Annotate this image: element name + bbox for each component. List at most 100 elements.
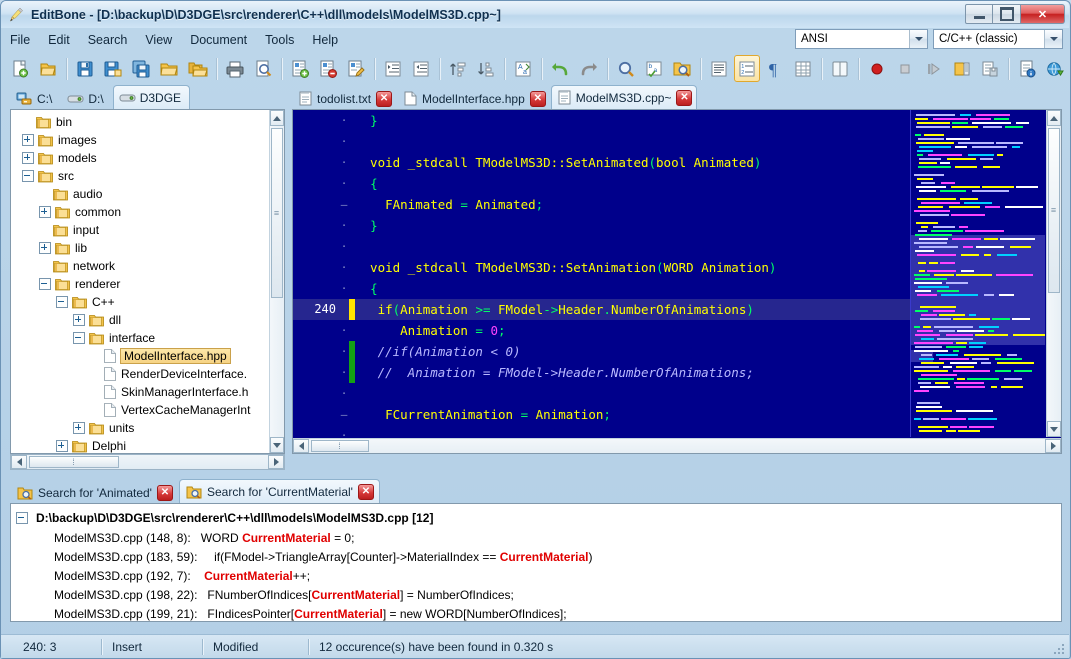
tree-node-bin[interactable]: bin [15,113,268,131]
dir-tab-d[interactable]: D:\ [61,87,112,110]
expand-icon[interactable] [22,152,34,164]
scroll-up-button[interactable] [1047,110,1061,126]
tree-node-modelinterface-hpp[interactable]: ModelInterface.hpp [15,347,268,365]
edit-document-icon[interactable] [343,55,369,82]
code-line[interactable]: · } [293,215,913,236]
file-tree-panel[interactable]: bin images models src audio common input lib net… [10,109,285,454]
sort-ascending-icon[interactable] [445,55,471,82]
code-line[interactable]: · { [293,173,913,194]
stop-macro-icon[interactable] [892,55,918,82]
print-icon[interactable] [222,55,248,82]
close-icon[interactable]: ✕ [529,90,546,107]
chevron-down-icon[interactable] [909,30,927,48]
close-icon[interactable]: ✕ [156,484,173,501]
h-scroll-thumb[interactable]: ⁞ [311,440,369,452]
expand-icon[interactable] [73,422,85,434]
save-all-icon[interactable] [128,55,154,82]
scroll-thumb[interactable]: ≡ [271,128,283,298]
tree-vertical-scrollbar[interactable]: ≡ [269,110,284,453]
scroll-down-button[interactable] [1047,421,1061,437]
scroll-thumb[interactable]: ≡ [1048,128,1060,293]
scroll-right-button[interactable] [268,455,284,469]
menu-edit[interactable]: Edit [39,29,79,51]
code-line[interactable]: · Animation = 0; [293,320,913,341]
search-result-row[interactable]: ModelMS3D.cpp (198, 22): FNumberOfIndice… [16,585,1061,604]
tree-node-units[interactable]: units [15,419,268,437]
scroll-up-button[interactable] [270,110,284,126]
open-folders-icon[interactable] [185,55,211,82]
menu-view[interactable]: View [136,29,181,51]
tree-node-dll[interactable]: dll [15,311,268,329]
code-line[interactable]: – FAnimated = Animated; [293,194,913,215]
line-numbers-icon[interactable]: 12 [733,55,760,82]
tree-node-delphi[interactable]: Delphi [15,437,268,453]
menu-file[interactable]: File [1,29,39,51]
tree-node-models[interactable]: models [15,149,268,167]
chevron-down-icon[interactable] [1044,30,1062,48]
code-line[interactable]: · [293,425,913,437]
code-line[interactable]: · [293,383,913,404]
record-macro-icon[interactable] [864,55,890,82]
tree-node-images[interactable]: images [15,131,268,149]
minimize-button[interactable] [965,4,993,24]
code-text-area[interactable]: · } · · void _stdcall TModelMS3D::SetAnima… [293,110,913,437]
undo-icon[interactable] [547,55,573,82]
search-in-files-icon[interactable] [669,55,695,82]
code-line[interactable]: · //if(Animation < 0) [293,341,913,362]
code-line[interactable]: – FCurrentAnimation = Animation; [293,404,913,425]
dir-tab-c[interactable]: C:\ [10,87,61,110]
panel-splitter[interactable] [10,470,1062,476]
indent-icon[interactable] [380,55,406,82]
search-tab-animated[interactable]: Search for 'Animated' ✕ [10,481,179,504]
code-line[interactable]: · void _stdcall TModelMS3D::SetAnimated(… [293,152,913,173]
maximize-button[interactable] [993,4,1021,24]
spellcheck-icon[interactable]: ba [641,55,667,82]
tree-node-interface[interactable]: interface [15,329,268,347]
document-info-icon[interactable] [1014,55,1040,82]
language-select[interactable]: C/C++ (classic) [933,29,1063,49]
save-icon[interactable] [72,55,98,82]
new-file-icon[interactable] [7,55,33,82]
collapse-icon[interactable] [56,296,68,308]
dir-tab-d3dge[interactable]: D3DGE [112,85,191,110]
play-macro-icon[interactable] [920,55,946,82]
editor-vertical-scrollbar[interactable]: ≡ [1046,110,1061,437]
save-macro-icon[interactable] [977,55,1003,82]
special-chars-icon[interactable]: ¶ [762,55,788,82]
open-file-icon[interactable] [35,55,61,82]
open-folder-icon[interactable] [156,55,182,82]
search-icon[interactable] [613,55,639,82]
expand-icon[interactable] [56,440,68,452]
word-wrap-icon[interactable] [706,55,732,82]
macro-library-icon[interactable] [948,55,974,82]
code-line[interactable]: · } [293,110,913,131]
collapse-icon[interactable] [22,170,34,182]
web-preview-icon[interactable] [1042,55,1068,82]
search-result-row[interactable]: ModelMS3D.cpp (148, 8): WORD CurrentMate… [16,528,1061,547]
grid-icon[interactable] [790,55,816,82]
code-line[interactable]: · [293,236,913,257]
tree-node-src[interactable]: src [15,167,268,185]
tree-node-common[interactable]: common [15,203,268,221]
collapse-icon[interactable] [16,512,28,524]
editor-tab-modelinterface[interactable]: ModelInterface.hpp ✕ [397,87,551,110]
code-line[interactable]: · void _stdcall TModelMS3D::SetAnimation… [293,257,913,278]
expand-icon[interactable] [39,242,51,254]
editor-tab-todolist[interactable]: todolist.txt ✕ [292,87,397,110]
expand-icon[interactable] [22,134,34,146]
tree-node-c[interactable]: C++ [15,293,268,311]
tree-node-renderdeviceinterface[interactable]: RenderDeviceInterface. [15,365,268,383]
tree-node-audio[interactable]: audio [15,185,268,203]
scroll-left-button[interactable] [11,455,27,469]
search-results-panel[interactable]: D:\backup\D\D3DGE\src\renderer\C++\dll\m… [10,503,1062,622]
code-minimap[interactable] [910,110,1045,437]
menu-help[interactable]: Help [303,29,347,51]
scroll-right-button[interactable] [1045,439,1061,453]
collapse-icon[interactable] [39,278,51,290]
tree-node-network[interactable]: network [15,257,268,275]
code-line[interactable]: · [293,131,913,152]
sort-descending-icon[interactable] [473,55,499,82]
h-scroll-thumb[interactable]: ⁞ [29,456,119,468]
search-result-group-header[interactable]: D:\backup\D\D3DGE\src\renderer\C++\dll\m… [16,508,1061,528]
find-replace-icon[interactable]: Aa [510,55,536,82]
